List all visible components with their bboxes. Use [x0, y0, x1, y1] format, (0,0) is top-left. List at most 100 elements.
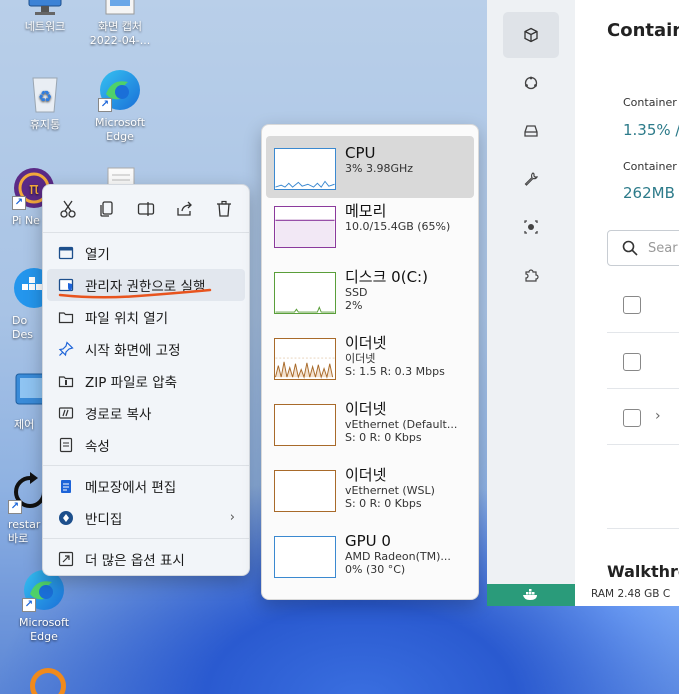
nav-images[interactable]	[503, 60, 559, 106]
shortcut-arrow-icon: ↗	[8, 500, 22, 514]
cut-button[interactable]	[53, 194, 83, 224]
menu-item-run-as-admin[interactable]: 관리자 권한으로 실행	[47, 269, 245, 301]
menu-item-properties[interactable]: 속성	[43, 429, 249, 461]
menu-item-bandizip[interactable]: 반디집 ›	[43, 502, 249, 534]
desktop-icon-edge[interactable]: ↗ Microsoft Edge	[81, 68, 159, 144]
share-button[interactable]	[170, 194, 200, 224]
images-icon	[524, 76, 538, 90]
zip-folder-icon	[57, 372, 75, 390]
nav-containers[interactable]	[503, 12, 559, 58]
properties-icon	[57, 436, 75, 454]
copy-button[interactable]	[92, 194, 122, 224]
perf-item-ethernet-1[interactable]: 이더넷 이더넷 S: 1.5 R: 0.3 Mbps	[266, 334, 474, 400]
perf-title: 이더넷	[345, 466, 387, 484]
desktop-icon-recycle-bin[interactable]: ♻ 휴지통	[6, 70, 84, 132]
menu-item-copy-path[interactable]: 경로로 복사	[43, 397, 249, 429]
context-menu-toolbar	[43, 185, 249, 233]
menu-item-label: 열기	[85, 247, 110, 263]
nav-dev-environments[interactable]	[503, 156, 559, 202]
path-icon	[57, 404, 75, 422]
wrench-icon	[524, 172, 539, 186]
svg-text:♻: ♻	[38, 87, 52, 106]
share-icon	[177, 201, 192, 216]
perf-sub: 이더넷	[345, 352, 376, 365]
disk-graph	[274, 272, 336, 314]
desktop-icon-label-2: Edge	[106, 130, 134, 143]
perf-title: 이더넷	[345, 334, 387, 352]
shortcut-arrow-icon: ↗	[22, 598, 36, 612]
delete-button[interactable]	[209, 194, 239, 224]
desktop-icon-label: 네트워크	[24, 20, 66, 33]
menu-item-label: 메모장에서 편집	[85, 480, 177, 496]
perf-item-ethernet-3[interactable]: 이더넷 vEthernet (WSL) S: 0 R: 0 Kbps	[266, 466, 474, 532]
menu-item-label: 속성	[85, 439, 110, 455]
row-checkbox[interactable]	[623, 409, 641, 427]
image-file-icon	[98, 0, 142, 16]
nav-volumes[interactable]	[503, 108, 559, 154]
perf-sub: AMD Radeon(TM)...	[345, 550, 451, 563]
recycle-bin-icon: ♻	[23, 70, 67, 114]
gpu-graph	[274, 536, 336, 578]
more-options-icon	[57, 550, 75, 568]
menu-item-open-file-location[interactable]: 파일 위치 열기	[43, 301, 249, 333]
desktop-icon-screenshot[interactable]: 화면 캡처 2022-04-...	[81, 0, 159, 48]
cpu-usage-value: 1.35% /	[623, 121, 679, 139]
menu-item-compress-zip[interactable]: ZIP 파일로 압축	[43, 365, 249, 397]
row-divider	[607, 444, 679, 445]
desktop-icon-label: 휴지통	[29, 118, 61, 131]
perf-item-memory[interactable]: 메모리 10.0/15.4GB (65%)	[266, 202, 474, 268]
monitor-icon	[23, 0, 67, 16]
shortcut-arrow-icon: ↗	[98, 98, 112, 112]
menu-item-edit-in-notepad[interactable]: 메모장에서 편집	[43, 470, 249, 502]
cut-icon	[60, 200, 77, 218]
cpu-usage-label: Container	[623, 96, 677, 109]
search-placeholder: Sear	[648, 240, 678, 256]
docker-status-bar[interactable]	[487, 584, 575, 606]
desktop-icon-label: Microsoft	[94, 116, 146, 129]
select-all-checkbox[interactable]	[623, 296, 641, 314]
menu-item-open[interactable]: 열기	[43, 237, 249, 269]
shortcut-arrow-icon: ↗	[12, 196, 26, 210]
perf-sub-2: S: 1.5 R: 0.3 Mbps	[345, 365, 445, 379]
rename-icon	[137, 201, 155, 216]
ethernet-graph	[274, 470, 336, 512]
perf-item-disk[interactable]: 디스크 0(C:) SSD 2%	[266, 268, 474, 334]
desktop-icon-edge-2[interactable]: ↗ Microsoft Edge	[5, 568, 83, 644]
perf-title: 디스크 0(C:)	[345, 268, 428, 286]
search-icon	[622, 240, 638, 256]
ethernet-graph	[274, 338, 336, 380]
bandizip-icon	[57, 509, 75, 527]
desktop-icon-network[interactable]: 네트워크	[6, 0, 84, 34]
nav-extensions[interactable]	[503, 252, 559, 298]
docker-whale-icon	[523, 589, 537, 600]
menu-item-label: ZIP 파일로 압축	[85, 375, 178, 391]
memory-usage-label: Container	[623, 160, 677, 173]
perf-sub: SSD	[345, 286, 368, 299]
nav-learning-center[interactable]	[503, 204, 559, 250]
search-input[interactable]: Sear	[607, 230, 679, 266]
perf-item-gpu[interactable]: GPU 0 AMD Radeon(TM)... 0% (30 °C)	[266, 532, 474, 598]
perf-title: 이더넷	[345, 400, 387, 418]
menu-item-pin-to-start[interactable]: 시작 화면에 고정	[43, 333, 249, 365]
row-divider	[607, 528, 679, 529]
rename-button[interactable]	[131, 194, 161, 224]
ethernet-graph	[274, 404, 336, 446]
target-icon	[524, 220, 538, 234]
menu-item-show-more-options[interactable]: 더 많은 옵션 표시	[43, 543, 249, 575]
perf-item-ethernet-2[interactable]: 이더넷 vEthernet (Default... S: 0 R: 0 Kbps	[266, 400, 474, 466]
container-cube-icon	[524, 27, 538, 43]
chevron-right-icon[interactable]: ›	[655, 408, 661, 424]
perf-sub-2: 0% (30 °C)	[345, 563, 406, 577]
copy-icon	[100, 200, 113, 217]
perf-sub-2: 2%	[345, 299, 363, 313]
row-checkbox[interactable]	[623, 353, 641, 371]
perf-sub: 3% 3.98GHz	[345, 162, 414, 175]
row-divider	[607, 332, 679, 333]
chevron-right-icon: ›	[229, 510, 235, 525]
menu-item-label: 관리자 권한으로 실행	[85, 279, 206, 295]
desktop-icon-label: 화면 캡처	[98, 20, 142, 33]
perf-title: CPU	[345, 144, 376, 162]
menu-item-label: 파일 위치 열기	[85, 311, 169, 327]
orange-app-icon[interactable]	[30, 668, 66, 694]
perf-item-cpu[interactable]: CPU 3% 3.98GHz	[266, 136, 474, 198]
